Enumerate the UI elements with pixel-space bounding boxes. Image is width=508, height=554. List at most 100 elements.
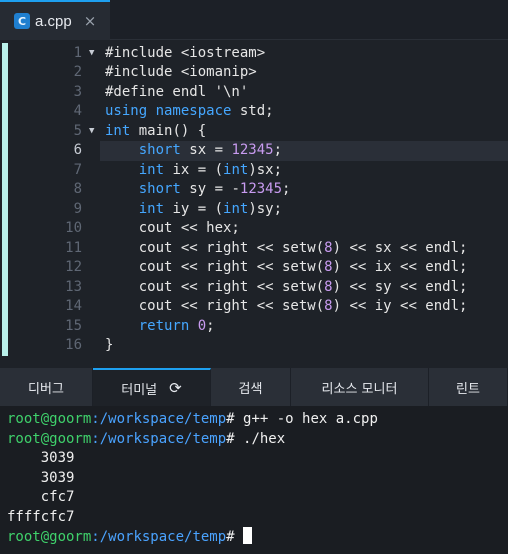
code-token: cout << hex; (105, 220, 240, 236)
code-text: #include <iostream> (105, 44, 265, 64)
code-line[interactable]: 5 ▼ int main() { (0, 122, 508, 142)
refresh-icon[interactable]: ⟳ (169, 379, 182, 397)
code-token: ; (273, 142, 283, 158)
prompt-command: # ./hex (226, 430, 286, 447)
panel-tab-3[interactable]: 리소스 모니터 (291, 368, 429, 406)
code-token: std; (231, 103, 274, 119)
line-number: 10 (65, 220, 82, 236)
number-token: 12345 (239, 181, 283, 197)
code-token: ) << sy << endl; (332, 278, 468, 295)
code-token: cout << right << setw( (105, 239, 325, 256)
code-token: ; (206, 317, 215, 334)
line-number: 11 (65, 239, 82, 256)
code-line[interactable]: 11 cout << right << setw(8) << sx << end… (0, 239, 508, 259)
keyword-token: using namespace (105, 103, 232, 119)
keyword-token: int (138, 200, 165, 217)
code-text: } (105, 336, 113, 356)
terminal-prompt-line: root@goorm:/workspace/temp# g++ -o hex a… (0, 410, 508, 430)
code-text: cout << right << setw(8) << iy << endl; (105, 297, 468, 317)
code-token: sx = (180, 142, 232, 158)
terminal-output-line: cfc7 (0, 488, 508, 508)
code-token: ) << ix << endl; (332, 259, 468, 275)
output-text: cfc7 (7, 489, 75, 505)
code-line[interactable]: 15 return 0; (0, 317, 508, 337)
code-token: cout << right << setw( (105, 298, 325, 314)
number-token: 12345 (231, 142, 274, 158)
code-line[interactable]: 12 cout << right << setw(8) << ix << end… (0, 258, 508, 278)
code-line[interactable]: 4 using namespace std; (0, 102, 508, 122)
keyword-token: short (138, 142, 181, 158)
file-tab-label: a.cpp (35, 12, 72, 30)
line-number: 1 (73, 44, 82, 61)
line-number: 3 (73, 83, 82, 100)
editor-tab-bar: C a.cpp × (0, 0, 508, 40)
panel-tab-1[interactable]: 터미널 ⟳ (93, 368, 211, 406)
prompt-user: root@goorm (7, 430, 92, 447)
code-token: )sy; (248, 200, 283, 217)
close-icon[interactable]: × (84, 12, 97, 30)
code-token: sy = - (180, 181, 240, 197)
code-text: #define endl '\n' (105, 83, 248, 103)
code-token: cout << right << setw( (105, 259, 325, 275)
prompt-user: root@goorm (7, 529, 92, 545)
panel-tab-label: 리소스 모니터 (321, 381, 398, 397)
fold-arrow-icon[interactable]: ▼ (89, 122, 94, 142)
terminal-prompt-line: root@goorm:/workspace/temp# (0, 527, 508, 547)
code-token: ix = ( (164, 161, 224, 178)
panel-tab-0[interactable]: 디버그 (0, 368, 93, 406)
file-tab-a-cpp[interactable]: C a.cpp × (0, 0, 110, 40)
terminal-prompt-line: root@goorm:/workspace/temp# ./hex (0, 430, 508, 450)
output-text: 3039 (7, 469, 75, 486)
code-line[interactable]: 8 short sy = -12345; (0, 180, 508, 200)
number-token: 8 (324, 239, 333, 256)
code-text: using namespace std; (105, 102, 274, 122)
code-line[interactable]: 16} (0, 336, 508, 356)
code-line[interactable]: 9 int iy = (int)sy; (0, 200, 508, 220)
output-text: ffffcfc7 (7, 508, 75, 525)
terminal-cursor (243, 527, 253, 544)
code-line[interactable]: 13 cout << right << setw(8) << sy << end… (0, 278, 508, 298)
code-token: ; (282, 181, 291, 197)
code-text: int main() { (105, 122, 206, 142)
code-line[interactable]: 2 #include <iomanip> (0, 63, 508, 83)
line-number: 7 (73, 161, 82, 178)
code-line[interactable]: 3 #define endl '\n' (0, 83, 508, 103)
panel-tab-label: 검색 (238, 381, 263, 397)
code-line[interactable]: 10 cout << hex; (0, 219, 508, 239)
code-editor[interactable]: 1 ▼ #include <iostream> 2 #include <iomanip>… (0, 40, 508, 368)
number-token: 0 (197, 317, 207, 334)
number-token: 8 (324, 259, 333, 275)
panel-tab-4[interactable]: 린트 (429, 368, 508, 406)
line-number: 9 (73, 200, 82, 217)
line-number: 16 (65, 337, 82, 353)
code-token: #include <iostream> (105, 44, 266, 61)
panel-tab-2[interactable]: 검색 (211, 368, 291, 406)
code-line[interactable]: 1 ▼ #include <iostream> (0, 44, 508, 64)
cpp-file-icon: C (14, 13, 30, 29)
prompt-path: :/workspace/temp (91, 411, 227, 427)
fold-arrow-icon[interactable]: ▼ (89, 44, 94, 64)
code-text: cout << right << setw(8) << ix << endl; (105, 258, 468, 278)
keyword-token: int (105, 122, 131, 139)
code-token: cout << right << setw( (105, 278, 325, 295)
code-token: #include <iomanip> (105, 64, 257, 80)
terminal-output-line: 3039 (0, 469, 508, 489)
code-text: short sx = 12345; (105, 141, 282, 161)
terminal-output-line: ffffcfc7 (0, 508, 508, 528)
line-number: 4 (73, 103, 82, 119)
terminal-panel[interactable]: root@goorm:/workspace/temp# g++ -o hex a… (0, 406, 508, 554)
panel-tab-label: 터미널 (121, 382, 158, 398)
code-line[interactable]: 7 int ix = (int)sx; (0, 161, 508, 181)
line-number: 2 (73, 64, 82, 80)
line-number: 14 (65, 298, 82, 314)
panel-tab-label: 디버그 (28, 381, 64, 397)
code-line[interactable]: 14 cout << right << setw(8) << iy << end… (0, 297, 508, 317)
code-text: cout << right << setw(8) << sy << endl; (105, 278, 468, 298)
code-line[interactable]: 6 short sx = 12345; (0, 141, 508, 161)
terminal-output-line: 3039 (0, 449, 508, 469)
